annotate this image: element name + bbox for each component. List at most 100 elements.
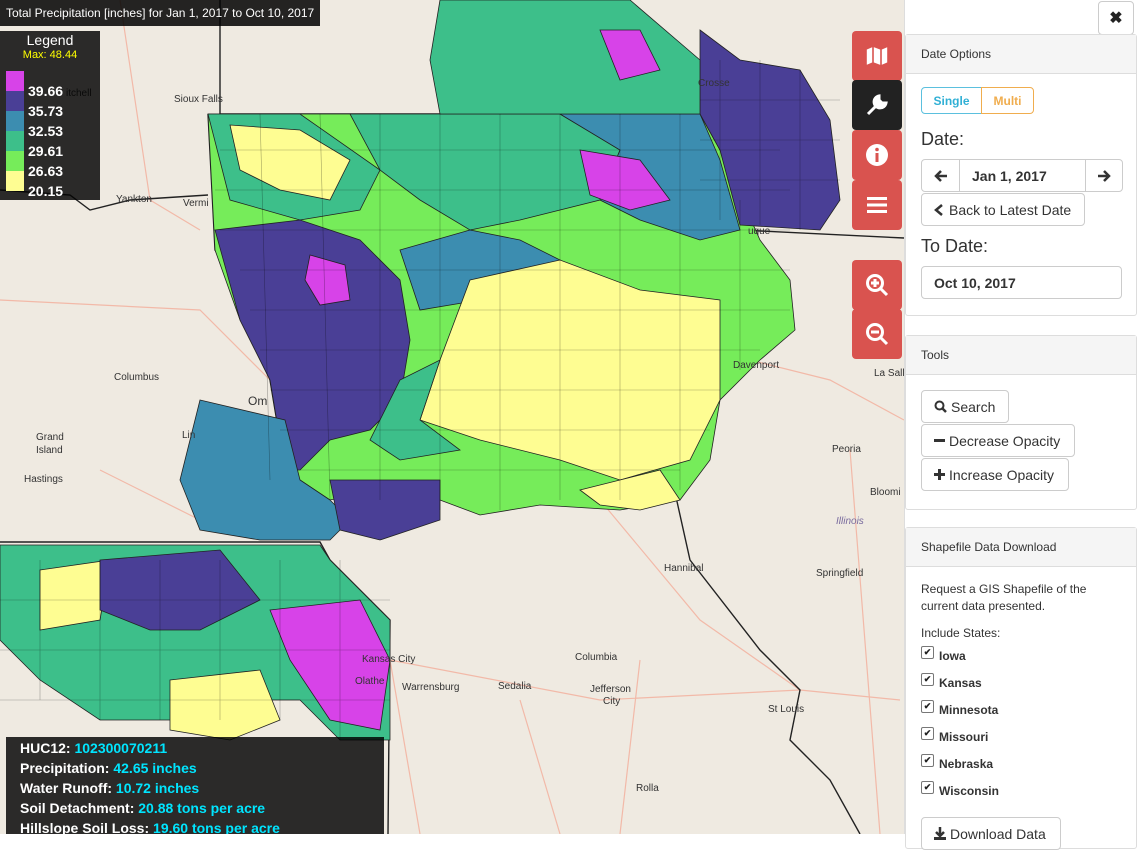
zoom-out-button[interactable]	[852, 309, 902, 359]
menu-button[interactable]	[852, 180, 902, 230]
place-label: Sedalia	[498, 681, 532, 692]
increase-opacity-label: Increase Opacity	[949, 466, 1055, 483]
sidebar-panel: ✖ Date Options Single Multi Date: Jan 1,…	[904, 0, 1137, 850]
checkbox-check-icon[interactable]: ✔	[921, 672, 934, 686]
state-label: Missouri	[939, 730, 989, 744]
legend-swatch	[6, 171, 24, 191]
legend-label: 35.73	[28, 103, 64, 119]
state-checkbox-missouri[interactable]: ✔ Missouri	[921, 726, 989, 744]
place-label: St Louis	[768, 704, 805, 715]
place-label: Om	[248, 394, 268, 408]
place-label: Columbia	[575, 652, 618, 663]
shapefile-description: Request a GIS Shapefile of the current d…	[921, 582, 1087, 613]
close-icon: ✖	[1109, 10, 1123, 27]
multi-date-button[interactable]: Multi	[981, 87, 1034, 114]
place-label: Yankton	[116, 194, 152, 205]
place-label: Lin	[182, 430, 196, 441]
zoom-in-icon	[866, 274, 889, 297]
legend-label: 39.66	[28, 83, 64, 99]
state-label: Wisconsin	[939, 784, 999, 798]
legend-label: 26.63	[28, 163, 64, 179]
zoom-out-icon	[866, 323, 889, 346]
date-input[interactable]: Jan 1, 2017	[959, 159, 1086, 192]
state-checkbox-nebraska[interactable]: ✔ Nebraska	[921, 753, 994, 771]
legend-title: Legend	[26, 32, 74, 48]
place-label: Crosse	[698, 78, 730, 89]
info-soil-detachment: Soil Detachment: 20.88 tons per acre	[20, 800, 266, 816]
checkbox-check-icon[interactable]: ✔	[921, 726, 934, 740]
close-button[interactable]: ✖	[1098, 1, 1134, 35]
state-checkbox-minnesota[interactable]: ✔ Minnesota	[921, 699, 998, 717]
state-label: Iowa	[939, 649, 966, 663]
legend-swatch	[6, 91, 24, 111]
checkbox-check-icon[interactable]: ✔	[921, 780, 934, 794]
legend-label: 20.15	[28, 183, 64, 199]
info-soil-loss: Hillslope Soil Loss: 19.60 tons per acre	[20, 820, 280, 834]
include-states-label: Include States:	[921, 626, 1001, 640]
huc12-info-box: HUC12: 102300070211 Precipitation: 42.65…	[6, 737, 384, 834]
place-label: Peoria	[832, 444, 861, 455]
checkbox-check-icon[interactable]: ✔	[921, 645, 934, 659]
place-label: City	[603, 696, 621, 707]
place-label: Columbus	[114, 372, 160, 383]
legend-swatch	[6, 71, 24, 91]
state-checkbox-wisconsin[interactable]: ✔ Wisconsin	[921, 780, 999, 798]
place-label: Hastings	[24, 474, 63, 485]
place-label: La Salle	[874, 368, 904, 379]
state-checkbox-kansas[interactable]: ✔ Kansas	[921, 672, 982, 690]
place-label: Davenport	[733, 360, 780, 371]
decrease-opacity-button[interactable]: Decrease Opacity	[921, 424, 1075, 457]
search-label: Search	[951, 398, 996, 415]
date-label: Date:	[921, 129, 965, 149]
info-runoff: Water Runoff: 10.72 inches	[20, 780, 200, 796]
place-label: Springfield	[816, 568, 864, 579]
legend-swatch	[6, 131, 24, 151]
search-button[interactable]: Search	[921, 390, 1009, 423]
arrow-right-icon	[1098, 169, 1111, 182]
zoom-in-button[interactable]	[852, 260, 902, 310]
info-icon	[866, 144, 888, 166]
map-title: Total Precipitation [inches] for Jan 1, …	[0, 0, 321, 26]
tools-card: Tools Search Decrease Opacity Increase O…	[905, 335, 1137, 510]
info-button[interactable]	[852, 130, 902, 180]
place-label: Jefferson	[590, 684, 631, 695]
previous-date-button[interactable]	[921, 159, 960, 192]
state-label: Kansas	[939, 676, 982, 690]
place-label: Hannibal	[664, 563, 704, 574]
map-layers-button[interactable]	[852, 31, 902, 81]
place-label: Vermi	[183, 198, 209, 209]
search-icon	[934, 400, 947, 413]
to-date-input[interactable]: Oct 10, 2017	[921, 266, 1122, 299]
map-legend: Legend Max: 48.44 39.66 35.73 32.53 29.61 26…	[0, 31, 100, 200]
place-label: Kansas City	[362, 654, 416, 665]
chevron-left-icon	[934, 203, 943, 216]
place-label: Sioux Falls	[174, 94, 223, 105]
place-label: Island	[36, 445, 63, 456]
back-to-latest-button[interactable]: Back to Latest Date	[921, 193, 1085, 226]
decrease-opacity-label: Decrease Opacity	[949, 432, 1061, 449]
place-label: Grand	[36, 432, 64, 443]
place-label: Olathe	[355, 676, 385, 687]
place-label: uque	[748, 226, 771, 237]
info-precipitation: Precipitation: 42.65 inches	[20, 760, 197, 776]
state-checkbox-iowa[interactable]: ✔ Iowa	[921, 645, 966, 663]
shapefile-card: Shapefile Data Download Request a GIS Sh…	[905, 527, 1137, 850]
legend-label: 32.53	[28, 123, 64, 139]
wrench-icon	[866, 94, 888, 116]
settings-button[interactable]	[852, 80, 902, 130]
checkbox-check-icon[interactable]: ✔	[921, 699, 934, 713]
map-view[interactable]: itchell Sioux Falls Yankton Vermi Columb…	[0, 0, 904, 834]
single-date-button[interactable]: Single	[921, 87, 982, 114]
to-date-label: To Date:	[921, 236, 989, 256]
checkbox-check-icon[interactable]: ✔	[921, 753, 934, 767]
legend-swatch	[6, 151, 24, 171]
date-options-heading: Date Options	[906, 35, 1136, 74]
back-to-latest-label: Back to Latest Date	[949, 201, 1072, 218]
map-icon	[865, 44, 889, 68]
state-label: Nebraska	[939, 757, 994, 771]
minus-icon	[934, 439, 945, 442]
bars-icon	[867, 197, 887, 213]
increase-opacity-button[interactable]: Increase Opacity	[921, 458, 1069, 491]
tools-heading: Tools	[906, 336, 1136, 375]
next-date-button[interactable]	[1085, 159, 1123, 192]
